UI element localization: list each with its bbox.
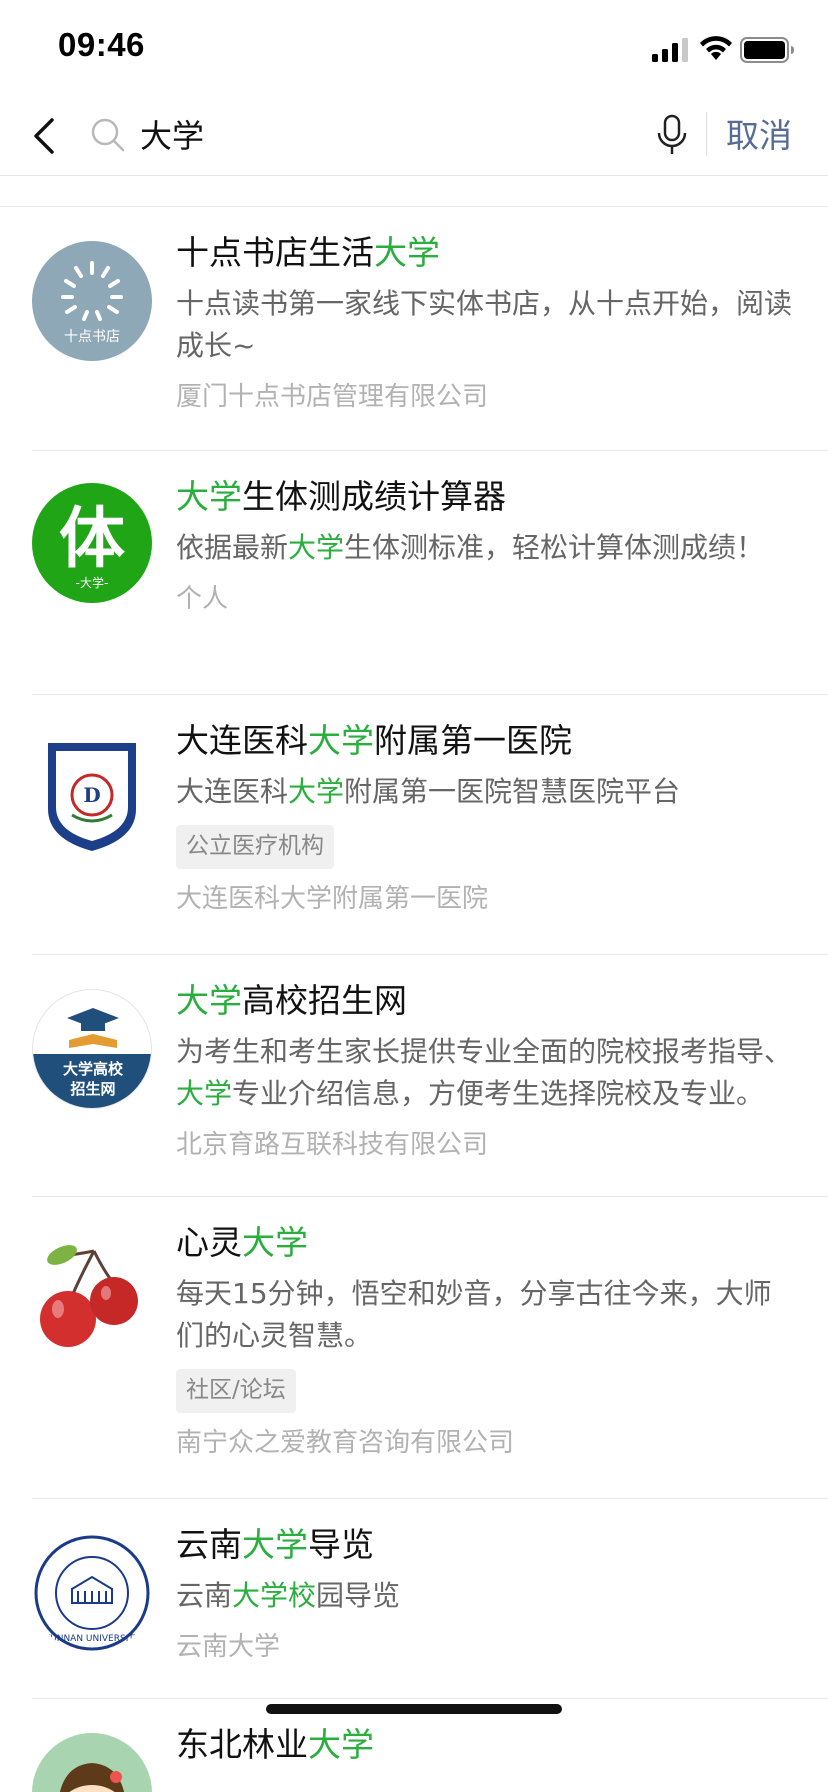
status-time: 09:46 [58, 26, 145, 63]
result-description: 每天15分钟，悟空和妙音，分享古往今来，大师们的心灵智慧。 [176, 1277, 772, 1352]
category-tag: 社区/论坛 [176, 1369, 296, 1413]
avatar: 大学高校 招生网 [32, 989, 152, 1109]
wifi-icon [700, 36, 732, 60]
cancel-button[interactable]: 取消 [726, 110, 792, 162]
result-owner: 个人 [176, 584, 229, 614]
result-body: 大学高校招生网 为考生和考生家长提供专业全面的院校报考指导、大学专业介绍信息，方… [176, 979, 798, 1163]
result-item-yunnan-guide[interactable]: YUNNAN UNIVERSITY 云南大学导览 云南大学校园导览 云南大学 [0, 1499, 828, 1699]
result-title: 东北林业大学 [176, 1725, 374, 1764]
svg-text:大学高校: 大学高校 [63, 1060, 124, 1078]
result-body: 东北林业大学 [176, 1723, 798, 1767]
svg-text:D: D [83, 783, 100, 807]
result-owner: 北京育路互联科技有限公司 [176, 1130, 489, 1160]
status-bar: 09:46 [0, 0, 828, 96]
battery-icon [740, 37, 794, 63]
avatar [32, 1231, 152, 1351]
result-description: 大连医科大学附属第一医院智慧医院平台 [176, 775, 681, 808]
category-tag: 公立医疗机构 [176, 825, 334, 869]
avatar: 十点书店 [32, 241, 152, 361]
header-divider [706, 112, 707, 156]
svg-text:YUNNAN UNIVERSITY: YUNNAN UNIVERSITY [44, 1634, 140, 1644]
avatar: D [32, 735, 152, 855]
cellular-signal-icon [652, 38, 688, 62]
result-owner: 大连医科大学附属第一医院 [176, 884, 489, 914]
result-title: 十点书店生活大学 [176, 233, 440, 272]
microphone-icon[interactable] [656, 112, 688, 158]
cherry-icon [40, 1245, 138, 1347]
result-body: 心灵大学 每天15分钟，悟空和妙音，分享古往今来，大师们的心灵智慧。 社区/论坛… [176, 1221, 798, 1461]
result-description: 十点读书第一家线下实体书店，从十点开始，阅读成长~ [176, 287, 793, 362]
avatar: YUNNAN UNIVERSITY [32, 1533, 152, 1653]
result-owner: 云南大学 [176, 1632, 281, 1662]
result-body: 大学生体测成绩计算器 依据最新大学生体测标准，轻松计算体测成绩！ 个人 [176, 475, 798, 617]
result-title: 大学生体测成绩计算器 [176, 477, 506, 516]
result-item-tice-calculator[interactable]: 体 -大学- 大学生体测成绩计算器 依据最新大学生体测标准，轻松计算体测成绩！ … [0, 451, 828, 695]
results-list: 十点书店 十点书店生活大学 十点读书第一家线下实体书店，从十点开始，阅读成长~ … [0, 207, 828, 1792]
result-item-shidian[interactable]: 十点书店 十点书店生活大学 十点读书第一家线下实体书店，从十点开始，阅读成长~ … [0, 207, 828, 451]
result-title: 大学高校招生网 [176, 981, 407, 1020]
search-input[interactable] [140, 110, 640, 162]
home-indicator [266, 1704, 562, 1714]
result-body: 十点书店生活大学 十点读书第一家线下实体书店，从十点开始，阅读成长~ 厦门十点书… [176, 231, 798, 415]
result-item-xinling[interactable]: 心灵大学 每天15分钟，悟空和妙音，分享古往今来，大师们的心灵智慧。 社区/论坛… [0, 1197, 828, 1499]
screen: 09:46 大学 取消 十点书店 十点书店生活大学 十点读书第一家线下实体书店，… [0, 0, 828, 1792]
result-owner: 南宁众之爱教育咨询有限公司 [176, 1428, 515, 1458]
result-item-gaoxiao-zhaosheng[interactable]: 大学高校 招生网 大学高校招生网 为考生和考生家长提供专业全面的院校报考指导、大… [0, 955, 828, 1197]
svg-text:十点书店: 十点书店 [64, 329, 120, 345]
search-icon [91, 118, 125, 152]
search-header: 取消 [0, 96, 828, 176]
result-owner: 厦门十点书店管理有限公司 [176, 382, 489, 412]
svg-text:体: 体 [59, 499, 125, 577]
result-title: 云南大学导览 [176, 1525, 374, 1564]
back-chevron-icon[interactable] [30, 114, 60, 158]
graduation-cap-icon: 大学高校 招生网 [33, 1008, 151, 1108]
yunnan-university-seal-icon: YUNNAN UNIVERSITY [34, 1535, 150, 1651]
result-body: 大连医科大学附属第一医院 大连医科大学附属第一医院智慧医院平台 公立医疗机构 大… [176, 719, 798, 917]
ti-character-icon: 体 -大学- [59, 499, 125, 590]
result-title: 大连医科大学附属第一医院 [176, 721, 572, 760]
avatar [32, 1733, 152, 1792]
svg-text:-大学-: -大学- [76, 575, 109, 590]
result-description: 云南大学校园导览 [176, 1579, 401, 1612]
avatar: 体 -大学- [32, 483, 152, 603]
result-description: 为考生和考生家长提供专业全面的院校报考指导、大学专业介绍信息，方便考生选择院校及… [176, 1035, 793, 1110]
hospital-shield-icon: D [48, 743, 136, 851]
result-item-dalian-hospital[interactable]: D 大连医科大学附属第一医院 大连医科大学附属第一医院智慧医院平台 公立医疗机构… [0, 695, 828, 955]
result-description: 依据最新大学生体测标准，轻松计算体测成绩！ [176, 531, 765, 564]
result-title: 心灵大学 [176, 1223, 308, 1262]
cartoon-girl-icon [59, 1763, 125, 1792]
result-body: 云南大学导览 云南大学校园导览 云南大学 [176, 1523, 798, 1665]
shidian-logo-icon: 十点书店 [61, 261, 123, 345]
svg-text:招生网: 招生网 [70, 1080, 115, 1098]
